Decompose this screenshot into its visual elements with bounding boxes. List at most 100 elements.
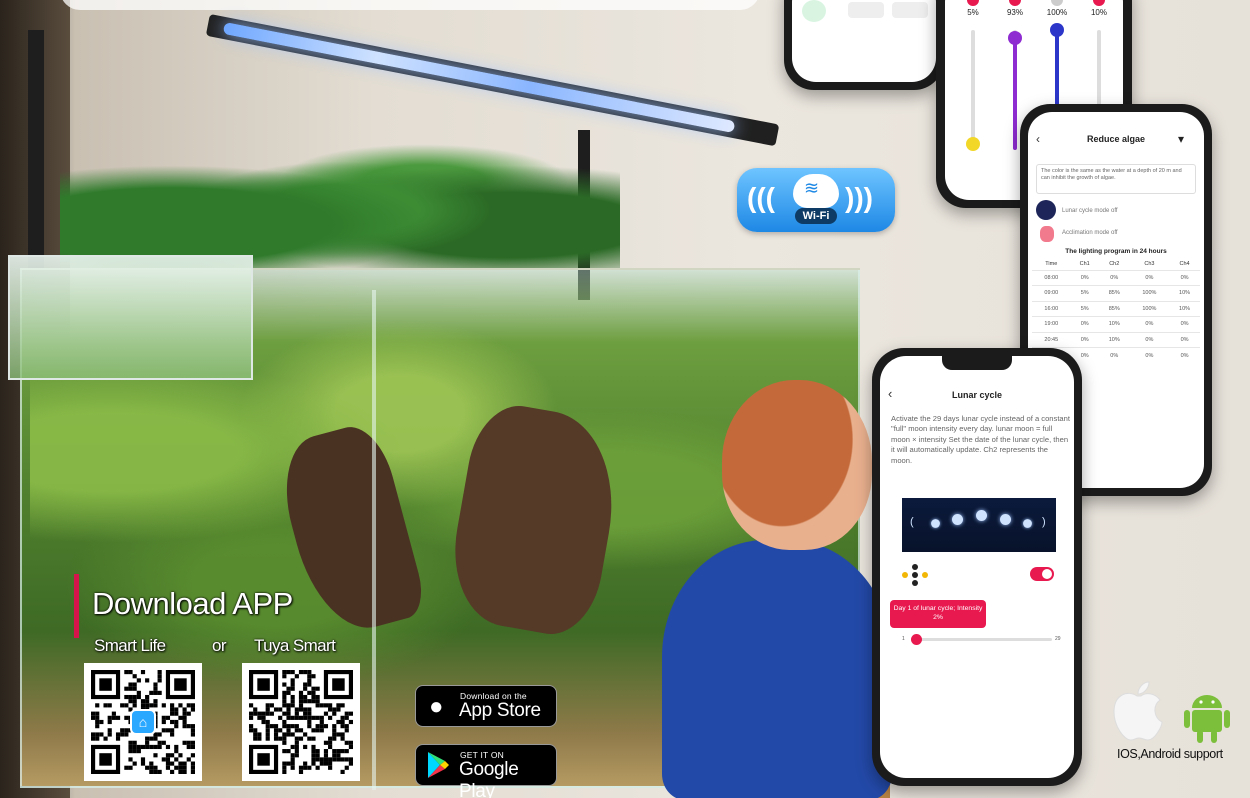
table-cell: 08:00	[1032, 269, 1071, 286]
moon-phase-icon: (	[910, 516, 914, 528]
column-header: Ch4	[1179, 260, 1190, 267]
column-header: Ch2	[1109, 260, 1120, 267]
phone-lunar-cycle: ‹ Lunar cycle Activate the 29 days lunar…	[872, 348, 1082, 786]
phone-notch	[942, 356, 1012, 370]
table-cell: 10%	[1169, 285, 1200, 301]
google-play-big-text: Google Play	[459, 759, 519, 798]
moon-phase-icon	[931, 519, 940, 528]
slider-max-label: 29	[1055, 636, 1061, 642]
table-cell: 10%	[1098, 316, 1130, 332]
google-play-icon	[428, 752, 449, 778]
phone-screen: ‹ Lunar cycle Activate the 29 days lunar…	[880, 356, 1074, 778]
table-cell: 5%	[1070, 285, 1099, 301]
wifi-label: Wi-Fi	[795, 208, 837, 224]
moon-phase-icon	[952, 514, 963, 525]
lunar-day-tooltip: Day 1 of lunar cycle; Intensity 2%	[890, 600, 986, 628]
column-header: Ch3	[1144, 260, 1155, 267]
smart-life-qr-code[interactable]: ⌂	[84, 663, 202, 781]
accent-bar	[74, 574, 79, 638]
table-cell: 0%	[1129, 269, 1170, 286]
moon-phase-icon	[1000, 514, 1011, 525]
lunar-cycle-toggle[interactable]	[1030, 567, 1054, 581]
table-cell: 5%	[1070, 300, 1099, 317]
table-cell: 0%	[1098, 347, 1130, 363]
table-cell: 0%	[1169, 331, 1200, 348]
program-table-title: The lighting program in 24 hours	[1065, 248, 1167, 255]
table-cell: 20:45	[1032, 331, 1071, 348]
moon-phases-image: ( )	[902, 498, 1056, 552]
channel-percent: 5%	[967, 8, 979, 17]
lunar-day-slider[interactable]	[916, 638, 1052, 641]
smart-life-label: Smart Life	[94, 636, 166, 655]
slider-knob[interactable]	[1050, 23, 1064, 37]
table-row: 19:00 0% 10% 0% 0%	[1032, 316, 1200, 332]
top-plants	[60, 120, 620, 270]
program-table: Time Ch1 Ch2 Ch3 Ch4 08:00 0% 0% 0% 0% 09:00 5% 85% 1…	[1032, 258, 1200, 363]
android-logo-icon	[1184, 695, 1230, 743]
lunar-description: Activate the 29 days lunar cycle instead…	[891, 414, 1070, 465]
channel-toggle-icon[interactable]	[967, 0, 979, 6]
phone-home	[784, 0, 944, 90]
app-store-big-text: App Store	[459, 700, 541, 721]
moon-phase-icon	[1023, 519, 1032, 528]
apple-icon: ●	[429, 693, 444, 720]
table-cell: 85%	[1098, 285, 1130, 301]
table-cell: 0%	[1070, 316, 1099, 332]
table-cell: 85%	[1098, 300, 1130, 317]
slider-track[interactable]	[971, 30, 975, 150]
moon-phase-icon	[976, 510, 987, 521]
lunar-day-slider-knob[interactable]	[911, 634, 922, 645]
channel-slider-1[interactable]: 5%	[953, 0, 993, 198]
moon-icon	[1036, 200, 1056, 220]
channel-percent: 100%	[1046, 8, 1068, 17]
table-row: 20:45 0% 10% 0% 0%	[1032, 331, 1200, 348]
slider-fill	[1013, 38, 1017, 150]
dropdown-icon[interactable]: ▾	[1178, 132, 1184, 146]
google-play-button[interactable]: GET IT ON Google Play	[415, 744, 557, 798]
slider-min-label: 1	[902, 636, 905, 642]
or-label: or	[212, 636, 227, 655]
lunar-mode-icon	[902, 564, 928, 586]
wifi-waves-left-icon: (((	[747, 182, 775, 213]
power-icon[interactable]	[802, 0, 826, 22]
app-store-button[interactable]: ● Download on the App Store	[415, 685, 557, 727]
table-cell: 10%	[1098, 331, 1130, 348]
qr-code-pattern	[249, 670, 353, 774]
table-cell: 0%	[1129, 331, 1170, 348]
table-cell: 100%	[1129, 285, 1170, 301]
table-cell: 0%	[1169, 316, 1200, 332]
child-body	[662, 540, 892, 798]
tuya-smart-label: Tuya Smart	[254, 636, 336, 655]
column-header: Time	[1045, 260, 1058, 267]
tank-glass-edge	[372, 290, 376, 790]
mode-description: The color is the same as the water at a …	[1036, 164, 1196, 194]
phone-screen	[792, 0, 936, 82]
screen-title: Lunar cycle	[951, 390, 1003, 400]
wifi-icon: ≋	[804, 178, 820, 198]
table-cell: 10%	[1169, 300, 1200, 317]
settings-icon[interactable]	[892, 2, 928, 18]
smart-life-logo-icon: ⌂	[130, 709, 156, 735]
table-row: 16:00 5% 85% 100% 10%	[1032, 300, 1200, 317]
table-cell: 0%	[1169, 269, 1200, 286]
tuya-smart-qr-code[interactable]	[242, 663, 360, 781]
table-cell: 0%	[1169, 347, 1200, 363]
hang-on-filter	[8, 255, 253, 380]
table-cell: 0%	[1129, 316, 1170, 332]
channel-toggle-icon[interactable]	[1093, 0, 1105, 6]
download-app-title: Download APP	[92, 586, 293, 621]
channel-percent: 93%	[1006, 8, 1023, 17]
channel-toggle-icon[interactable]	[1051, 0, 1063, 6]
os-support-label: IOS,Android support	[1117, 747, 1223, 761]
slider-knob[interactable]	[966, 137, 980, 151]
channel-toggle-icon[interactable]	[1009, 0, 1021, 6]
table-row: 09:00 5% 85% 100% 10%	[1032, 285, 1200, 301]
child-head	[722, 380, 872, 550]
table-cell: 0%	[1098, 269, 1130, 286]
wifi-waves-right-icon: )))	[845, 182, 873, 213]
table-cell: 16:00	[1032, 300, 1071, 317]
table-cell: 0%	[1070, 331, 1099, 348]
mode-icon[interactable]	[848, 2, 884, 18]
slider-knob[interactable]	[1008, 31, 1022, 46]
table-row: 08:00 0% 0% 0% 0%	[1032, 269, 1200, 286]
